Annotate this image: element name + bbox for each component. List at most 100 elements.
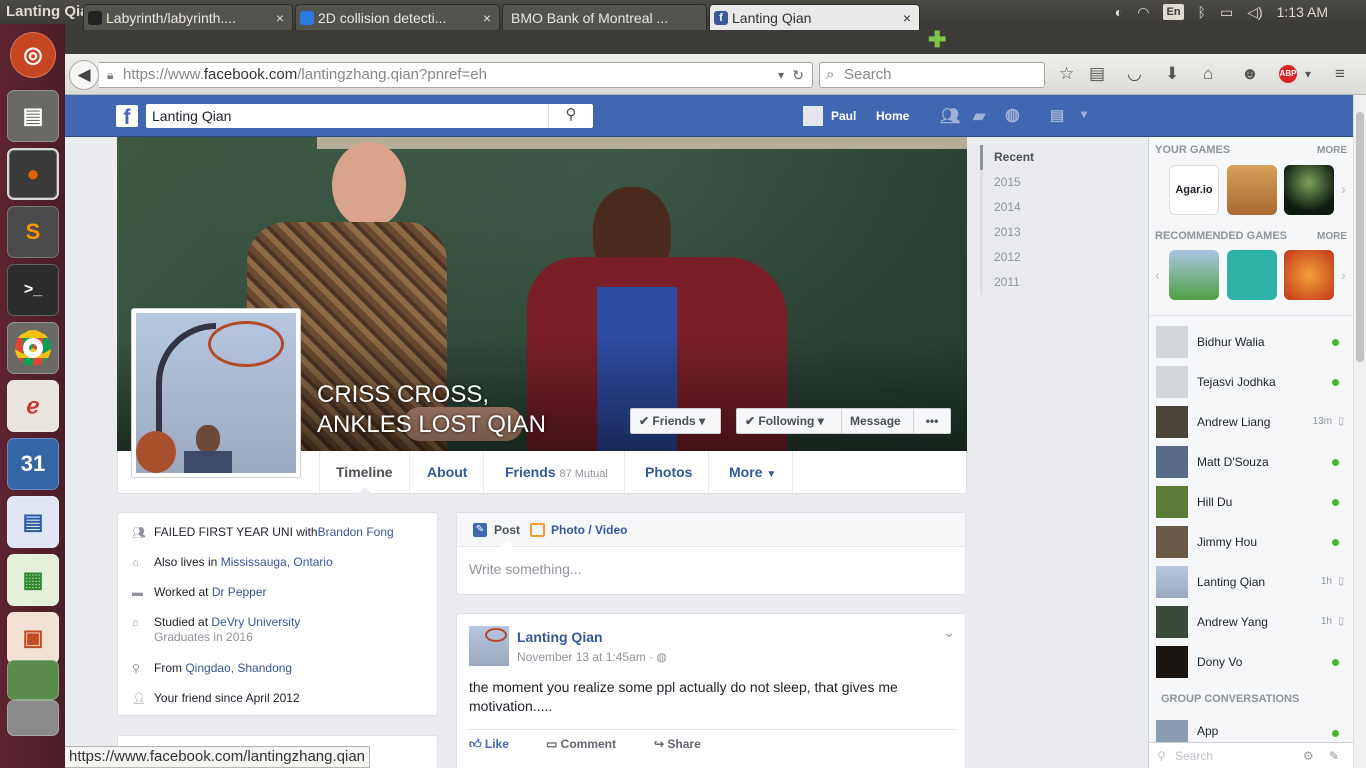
brandon-fong-link[interactable]: Brandon Fong	[318, 525, 394, 539]
close-tab-icon[interactable]: ×	[903, 5, 911, 30]
close-tab-icon[interactable]: ×	[276, 5, 284, 30]
comment-button[interactable]: ▭ Comment	[546, 737, 616, 751]
chevron-right-icon[interactable]: ›	[1341, 181, 1346, 197]
contact-item[interactable]: Jimmy Hou	[1156, 526, 1352, 560]
following-button[interactable]: ✔ Following ▾	[736, 408, 842, 434]
contact-item[interactable]: Matt D'Souza	[1156, 446, 1352, 480]
adblock-plus-icon[interactable]: ABP	[1279, 65, 1297, 83]
battery-icon[interactable]: ▭	[1220, 0, 1233, 24]
qingdao-link[interactable]: Qingdao, Shandong	[185, 661, 292, 675]
impress-icon[interactable]: ▣	[7, 612, 59, 664]
reload-icon[interactable]: ↻	[792, 63, 804, 87]
contact-item[interactable]: Tejasvi Jodhka	[1156, 366, 1352, 400]
bluetooth-icon[interactable]: ᛒ	[1198, 0, 1206, 24]
message-button[interactable]: Message	[841, 408, 914, 434]
year-recent[interactable]: Recent	[980, 145, 1080, 170]
friends-button[interactable]: ✔ Friends ▾	[630, 408, 721, 434]
contact-item[interactable]: Dony Vo	[1156, 646, 1352, 680]
year-2015[interactable]: 2015	[980, 170, 1080, 195]
tab-collision[interactable]: 2D collision detecti... ×	[295, 4, 500, 30]
contact-item[interactable]: Lanting Qian 1h ▯	[1156, 566, 1352, 600]
recommended-games-more-link[interactable]: MORE	[1317, 231, 1347, 242]
post-timestamp[interactable]: November 13 at 1:45am · ◍	[517, 650, 667, 664]
firefox-icon[interactable]: ●	[7, 148, 59, 200]
terminal-icon[interactable]: >_	[7, 264, 59, 316]
year-2013[interactable]: 2013	[980, 220, 1080, 245]
devry-link[interactable]: DeVry University	[211, 615, 300, 629]
post-author-link[interactable]: Lanting Qian	[517, 629, 603, 645]
chat-icon[interactable]: ☻	[1241, 65, 1259, 83]
contact-item[interactable]: Hill Du	[1156, 486, 1352, 520]
group-conversation-item[interactable]: App	[1156, 720, 1352, 742]
back-button[interactable]: ◀	[69, 60, 99, 90]
calc-icon[interactable]: ▦	[7, 554, 59, 606]
year-2012[interactable]: 2012	[980, 245, 1080, 270]
tab-photos[interactable]: Photos	[629, 451, 710, 493]
tab-labyrinth[interactable]: Labyrinth/labyrinth.... ×	[83, 4, 293, 30]
tic-tac-toe-game-tile[interactable]	[1227, 250, 1277, 300]
messages-icon[interactable]: ▰	[973, 106, 985, 126]
chrome-icon[interactable]	[7, 322, 59, 374]
account-menu-icon[interactable]: ▾	[1081, 107, 1087, 121]
volume-icon[interactable]: ◁)	[1247, 0, 1262, 24]
profile-link[interactable]: Paul	[831, 109, 856, 123]
files-icon[interactable]: ▤	[7, 90, 59, 142]
monster-game-tile[interactable]	[1284, 250, 1334, 300]
contact-item[interactable]: Andrew Yang 1h ▯	[1156, 606, 1352, 640]
pocket-icon[interactable]: ◡	[1127, 65, 1142, 83]
app-icon[interactable]	[7, 660, 59, 700]
fb-search-button[interactable]: ⚲	[548, 104, 593, 128]
tab-about[interactable]: About	[411, 451, 485, 493]
share-button[interactable]: ↪ Share	[654, 737, 701, 751]
contact-item[interactable]: Andrew Liang 13m ▯	[1156, 406, 1352, 440]
fb-search-input[interactable]: Lanting Qian	[146, 104, 593, 128]
facebook-logo-icon[interactable]: f	[116, 105, 138, 129]
tab-bmo[interactable]: BMO Bank of Montreal ...	[502, 4, 707, 30]
wifi-icon[interactable]: ◠	[1137, 0, 1149, 24]
document-viewer-icon[interactable]: ℯ	[7, 380, 59, 432]
notifications-globe-icon[interactable]: ◍	[1005, 105, 1020, 125]
dr-pepper-link[interactable]: Dr Pepper	[212, 585, 267, 599]
downloads-icon[interactable]: ⬇	[1165, 65, 1179, 83]
chevron-left-icon[interactable]: ‹	[1155, 267, 1160, 283]
profile-picture[interactable]	[131, 308, 301, 478]
ubuntu-dash-icon[interactable]: ◎	[10, 32, 56, 78]
tab-friends[interactable]: Friends 87 Mutual	[489, 451, 625, 493]
contact-item[interactable]: Bidhur Walia	[1156, 326, 1352, 360]
writer-icon[interactable]: ▤	[7, 496, 59, 548]
friend-requests-icon[interactable]: 👥︎	[940, 106, 960, 126]
new-tab-icon[interactable]: ✚	[928, 29, 946, 51]
year-2014[interactable]: 2014	[980, 195, 1080, 220]
more-options-button[interactable]: •••	[913, 408, 951, 434]
hamburger-menu-icon[interactable]: ≡	[1335, 65, 1345, 83]
user-avatar[interactable]	[803, 106, 823, 126]
scrollbar-thumb[interactable]	[1356, 112, 1364, 362]
close-tab-icon[interactable]: ×	[483, 5, 491, 30]
address-bar[interactable]: 🔒︎ https://www.facebook.com/lantingzhang…	[99, 62, 813, 88]
chat-search-input[interactable]: ⚲ Search ⚙ ✎	[1149, 742, 1353, 768]
home-icon[interactable]: ⌂	[1203, 65, 1213, 83]
mississauga-link[interactable]: Mississauga, Ontario	[221, 555, 333, 569]
adblock-dropdown-icon[interactable]: ▾	[1305, 65, 1311, 83]
sublime-text-icon[interactable]: S	[7, 206, 59, 258]
privacy-shortcuts-icon[interactable]: ▤	[1050, 106, 1064, 124]
sync-icon[interactable]: ◐	[1115, 0, 1123, 24]
new-message-icon[interactable]: ✎	[1329, 743, 1339, 768]
search-input[interactable]: ⌕ Search	[819, 62, 1045, 88]
agario-game-tile[interactable]: Agar.io	[1169, 165, 1219, 215]
trash-icon[interactable]	[7, 700, 59, 736]
post-author-avatar[interactable]	[469, 626, 509, 666]
like-button[interactable]: 👍︎ Like	[469, 737, 509, 752]
soccer-game-tile[interactable]	[1169, 250, 1219, 300]
calendar-icon[interactable]: 31	[7, 438, 59, 490]
tab-lanting-qian[interactable]: f Lanting Qian ×	[709, 4, 920, 30]
gear-icon[interactable]: ⚙	[1303, 743, 1314, 768]
composer-post-tab[interactable]: Post	[494, 523, 520, 537]
your-games-more-link[interactable]: MORE	[1317, 145, 1347, 156]
clock[interactable]: 1:13 AM	[1277, 0, 1328, 24]
post-options-chevron-icon[interactable]: ⌄	[943, 624, 955, 641]
keyboard-layout-indicator[interactable]: En	[1163, 4, 1184, 20]
reading-list-icon[interactable]: ▤	[1089, 65, 1105, 83]
composer-input[interactable]: Write something...	[469, 561, 582, 577]
chevron-right-icon[interactable]: ›	[1341, 267, 1346, 283]
